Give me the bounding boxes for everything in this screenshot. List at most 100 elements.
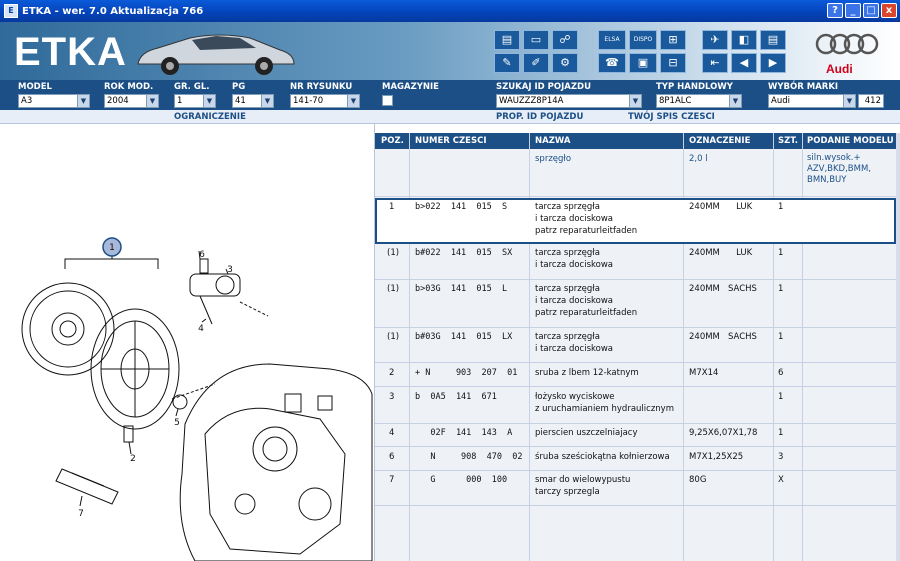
cell-szt: X xyxy=(778,475,784,485)
ograniczenie-link[interactable]: OGRANICZENIE xyxy=(174,112,246,122)
handshake-icon[interactable]: ☍ xyxy=(552,30,578,50)
nr-rysunku-select[interactable]: 141-70 ▼ xyxy=(290,94,360,108)
table-row[interactable]: 3 b 0A5 141 671 łożysko wyciskowe z uruc… xyxy=(375,387,896,424)
table-row[interactable]: (1) b#022 141 015 SX tarcza sprzęgła i t… xyxy=(375,244,896,280)
page-icon[interactable]: ▤ xyxy=(760,30,786,50)
cell-szt: 3 xyxy=(778,452,784,462)
cell-nazwa: tarcza sprzęgła i tarcza dociskowa patrz… xyxy=(535,284,638,318)
screen-icon[interactable]: ▣ xyxy=(629,53,657,73)
callout-label[interactable]: 3 xyxy=(227,265,233,275)
callout-label[interactable]: 7 xyxy=(78,509,84,519)
callout-label[interactable]: 6 xyxy=(199,250,205,260)
col-header-oznaczenie[interactable]: OZNACZENIE xyxy=(689,136,750,146)
printer-icon[interactable]: ▤ xyxy=(494,30,520,50)
maximize-button[interactable]: □ xyxy=(863,3,879,18)
cell-poz: 4 xyxy=(389,428,395,438)
cell-poz: 7 xyxy=(389,475,395,485)
phone-icon[interactable]: ☎ xyxy=(598,53,626,73)
nav-start-icon[interactable]: ⇤ xyxy=(702,53,728,73)
cell-nazwa: śruba sześciokątna kołnierzowa xyxy=(535,452,670,462)
table-row[interactable]: 6 N 908 470 02 śruba sześciokątna kołnie… xyxy=(375,447,896,471)
chevron-down-icon[interactable]: ▼ xyxy=(729,95,741,107)
nav-prev-icon[interactable]: ◀ xyxy=(731,53,757,73)
chevron-down-icon[interactable]: ▼ xyxy=(261,95,273,107)
cell-nazwa: pierscien uszczelniajacy xyxy=(535,428,638,438)
model-select[interactable]: A3 ▼ xyxy=(18,94,90,108)
chevron-down-icon[interactable]: ▼ xyxy=(629,95,641,107)
marka-label: WYBÓR MARKI xyxy=(768,82,839,92)
typ-select[interactable]: 8P1ALC ▼ xyxy=(656,94,742,108)
prop-id-link[interactable]: PROP. ID POJAZDU xyxy=(496,112,583,122)
book-icon[interactable]: ◧ xyxy=(731,30,757,50)
table-row[interactable]: 7 G 000 100 smar do wielowypustu tarczy … xyxy=(375,471,896,506)
audi-wordmark: Audi xyxy=(826,62,853,76)
vehicle-id-input[interactable]: WAUZZZ8P14A ▼ xyxy=(496,94,642,108)
basket-icon[interactable]: ⊟ xyxy=(660,53,686,73)
cell-szt: 1 xyxy=(778,332,784,342)
cell-part-number: b#022 141 015 SX xyxy=(415,248,513,258)
cell-oznaczenie: 9,25X6,07X1,78 xyxy=(689,428,758,438)
car-network-icon[interactable]: ⚙ xyxy=(552,53,578,73)
notepad-icon[interactable]: ✎ xyxy=(494,53,520,73)
help-button[interactable]: ? xyxy=(827,3,843,18)
toolbar-group-2: ELSA DISPO ⊞ xyxy=(598,30,686,50)
toolbar-group-3b: ⇤ ◀ ▶ xyxy=(702,53,786,73)
close-button[interactable]: x xyxy=(881,3,897,18)
callout-label[interactable]: 2 xyxy=(130,454,136,464)
cell-poz: (1) xyxy=(387,332,400,342)
col-header-poz[interactable]: POZ. xyxy=(381,136,404,146)
cell-oznaczenie: M7X1,25X25 xyxy=(689,452,744,462)
rok-select[interactable]: 2004 ▼ xyxy=(104,94,159,108)
pg-label: PG xyxy=(232,82,246,92)
magazynie-checkbox[interactable] xyxy=(382,95,393,106)
table-row[interactable]: (1) b>03G 141 015 L tarcza sprzęgła i ta… xyxy=(375,280,896,328)
cell-nazwa: tarcza sprzęgła i tarcza dociskowa patrz… xyxy=(535,202,638,236)
col-header-numer[interactable]: NUMER CZESCI xyxy=(415,136,487,146)
toolbar-group-2b: ☎ ▣ ⊟ xyxy=(598,53,686,73)
window-title: ETKA - wer. 7.0 Aktualizacja 766 xyxy=(22,5,204,17)
exploded-parts-diagram[interactable]: 1 2 3 4 5 6 7 xyxy=(0,124,375,561)
cell-oznaczenie: 240MM LUK xyxy=(689,202,753,212)
chevron-down-icon[interactable]: ▼ xyxy=(203,95,215,107)
cell-part-number: b>022 141 015 S xyxy=(415,202,508,212)
minimize-button[interactable]: _ xyxy=(845,3,861,18)
cell-oznaczenie: 240MM SACHS xyxy=(689,284,757,294)
col-header-model[interactable]: PODANIE MODELU xyxy=(807,136,894,146)
cell-poz: 6 xyxy=(389,452,395,462)
nav-next-icon[interactable]: ▶ xyxy=(760,53,786,73)
elsa-icon[interactable]: ELSA xyxy=(598,30,626,50)
parts-table: POZ. NUMER CZESCI NAZWA OZNACZENIE SZT. … xyxy=(375,133,896,561)
dispo-icon[interactable]: DISPO xyxy=(629,30,657,50)
callout-label[interactable]: 5 xyxy=(174,418,180,428)
cell-poz: (1) xyxy=(387,284,400,294)
cart-icon[interactable]: ⊞ xyxy=(660,30,686,50)
szukaj-label: SZUKAJ ID POJAZDU xyxy=(496,82,591,92)
table-scrollbar[interactable] xyxy=(896,133,900,561)
chevron-down-icon[interactable]: ▼ xyxy=(77,95,89,107)
toolbar-group-1b: ✎ ✐ ⚙ xyxy=(494,53,578,73)
table-row[interactable]: 1 b>022 141 015 S tarcza sprzęgła i tarc… xyxy=(375,198,896,244)
group-row: sprzęgło 2,0 l siln.wysok.+ AZV,BKD,BMM,… xyxy=(375,149,896,197)
cell-part-number: b 0A5 141 671 xyxy=(415,392,497,402)
typ-label: TYP HANDLOWY xyxy=(656,82,733,92)
callout-label[interactable]: 1 xyxy=(109,243,115,253)
chevron-down-icon[interactable]: ▼ xyxy=(347,95,359,107)
parts-list-link[interactable]: TWÓJ SPIS CZESCI xyxy=(628,112,715,122)
monitor-icon[interactable]: ▭ xyxy=(523,30,549,50)
marka-select[interactable]: Audi ▼ xyxy=(768,94,856,108)
table-row[interactable]: 4 02F 141 143 A pierscien uszczelniajacy… xyxy=(375,424,896,447)
col-header-szt[interactable]: SZT. xyxy=(778,136,798,146)
pin-icon[interactable]: ✈ xyxy=(702,30,728,50)
grgl-select[interactable]: 1 ▼ xyxy=(174,94,216,108)
chevron-down-icon[interactable]: ▼ xyxy=(843,95,855,107)
grgl-label: GR. GL. xyxy=(174,82,210,92)
cell-szt: 1 xyxy=(778,248,784,258)
chevron-down-icon[interactable]: ▼ xyxy=(146,95,158,107)
pen-icon[interactable]: ✐ xyxy=(523,53,549,73)
table-row[interactable]: 2 + N 903 207 01 sruba z lbem 12-katnym … xyxy=(375,363,896,387)
model-label: MODEL xyxy=(18,82,52,92)
table-row[interactable]: (1) b#03G 141 015 LX tarcza sprzęgła i t… xyxy=(375,328,896,363)
col-header-nazwa[interactable]: NAZWA xyxy=(535,136,570,146)
callout-label[interactable]: 4 xyxy=(198,324,204,334)
pg-select[interactable]: 41 ▼ xyxy=(232,94,274,108)
